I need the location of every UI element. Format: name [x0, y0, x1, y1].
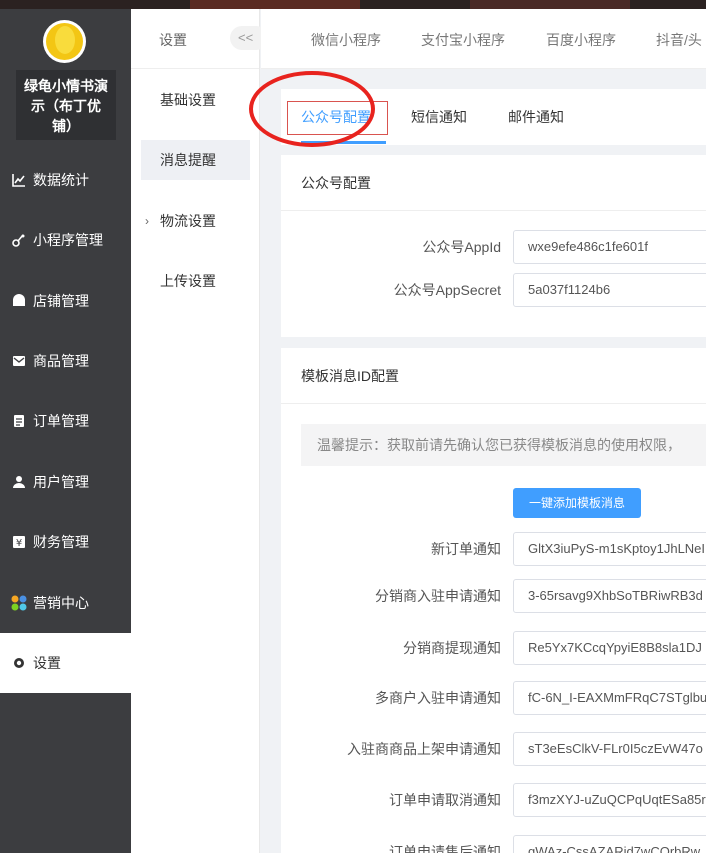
sidebar-item-miniprogram[interactable]: 小程序管理	[0, 210, 131, 270]
template-title: 模板消息ID配置	[281, 348, 706, 404]
gear-icon	[11, 655, 27, 671]
shop-name[interactable]: 绿龟小情书演 示（布丁优 铺）	[16, 70, 116, 140]
chevron-right-icon: ›	[145, 214, 149, 228]
yen-icon: ¥	[11, 534, 27, 550]
row-label: 多商户入驻申请通知	[375, 690, 501, 706]
row-label: 入驻商商品上架申请通知	[347, 741, 501, 757]
sidebar-item-orders[interactable]: 订单管理	[0, 391, 131, 451]
sidebar-item-stats[interactable]: 数据统计	[0, 150, 131, 210]
main-content: 公众号配置 短信通知 邮件通知 公众号配置 公众号AppId wxe9efe48…	[249, 69, 706, 853]
shop-icon	[11, 293, 27, 309]
template-card: 模板消息ID配置 温馨提示：获取前请先确认您已获得模板消息的使用权限， 一键添加…	[281, 348, 706, 853]
sidebar-item-goods[interactable]: 商品管理	[0, 331, 131, 391]
appid-label: 公众号AppId	[422, 239, 501, 255]
subnav-item-basic[interactable]: 基础设置	[141, 80, 250, 120]
tab-sms[interactable]: 短信通知	[411, 89, 467, 145]
clipboard-icon	[11, 413, 27, 429]
row-label: 订单申请售后通知	[389, 844, 501, 853]
platform-tabs: 微信小程序 支付宝小程序 百度小程序 抖音/头	[261, 9, 706, 69]
appid-row: 公众号AppId wxe9efe486c1fe601f	[281, 230, 706, 264]
template-id-input[interactable]: f3mzXYJ-uZuQCPqUqtESa85r	[513, 783, 706, 817]
link-icon	[11, 232, 27, 248]
subnav-item-upload[interactable]: 上传设置	[141, 261, 250, 301]
secret-input[interactable]: 5a037f1124b6	[513, 273, 706, 307]
mail-icon	[11, 353, 27, 369]
tab-email[interactable]: 邮件通知	[508, 89, 564, 145]
template-row: 新订单通知 GltX3iuPyS-m1sKptoy1JhLNeI	[281, 532, 706, 566]
template-row: 分销商入驻申请通知 3-65rsavg9XhbSoTBRiwRB3d	[281, 579, 706, 613]
sidebar-item-shop[interactable]: 店铺管理	[0, 271, 131, 331]
template-row: 订单申请取消通知 f3mzXYJ-uZuQCPqUqtESa85r	[281, 783, 706, 817]
tab-baidu[interactable]: 百度小程序	[546, 30, 616, 50]
user-icon	[11, 474, 27, 490]
tab-alipay[interactable]: 支付宝小程序	[421, 30, 505, 50]
template-id-input[interactable]: GltX3iuPyS-m1sKptoy1JhLNeI	[513, 532, 706, 566]
template-id-input[interactable]: fC-6N_I-EAXMmFRqC7STglbu	[513, 681, 706, 715]
settings-subnav: 设置 << 基础设置 消息提醒 › 物流设置 上传设置	[131, 9, 268, 853]
row-label: 订单申请取消通知	[389, 792, 501, 808]
tip-notice: 温馨提示：获取前请先确认您已获得模板消息的使用权限，	[301, 424, 706, 466]
svg-text:¥: ¥	[16, 538, 22, 549]
chart-icon	[11, 172, 27, 188]
main-sidebar: 绿龟小情书演 示（布丁优 铺） 数据统计 小程序管理 店铺管理 商品管理 订单管…	[0, 9, 131, 853]
template-row: 多商户入驻申请通知 fC-6N_I-EAXMmFRqC7STglbu	[281, 681, 706, 715]
subnav-title: 设置	[159, 32, 187, 48]
subnav-item-logistics[interactable]: › 物流设置	[141, 201, 250, 241]
template-row: 分销商提现通知 Re5Yx7KCcqYpyiE8B8sla1DJ	[281, 631, 706, 665]
template-id-input[interactable]: 3-65rsavg9XhbSoTBRiwRB3d	[513, 579, 706, 613]
subnav-header: 设置 <<	[131, 9, 268, 69]
tab-wechat[interactable]: 微信小程序	[311, 30, 381, 50]
top-strip	[0, 0, 706, 9]
row-label: 分销商入驻申请通知	[375, 588, 501, 604]
template-id-input[interactable]: gWAz-CssAZARid7wCQrbRw	[513, 835, 706, 853]
template-id-input[interactable]: Re5Yx7KCcqYpyiE8B8sla1DJ	[513, 631, 706, 665]
subnav-item-message[interactable]: 消息提醒	[141, 140, 250, 180]
appid-input[interactable]: wxe9efe486c1fe601f	[513, 230, 706, 264]
row-label: 新订单通知	[431, 541, 501, 557]
sidebar-item-finance[interactable]: ¥ 财务管理	[0, 512, 131, 572]
template-row: 入驻商商品上架申请通知 sT3eEsClkV-FLr0I5czEvW47o	[281, 732, 706, 766]
sidebar-item-users[interactable]: 用户管理	[0, 452, 131, 512]
annotation-circle	[249, 71, 375, 147]
template-row: 订单申请售后通知 gWAz-CssAZARid7wCQrbRw	[281, 835, 706, 853]
sidebar-item-settings[interactable]: 设置	[0, 633, 131, 693]
secret-row: 公众号AppSecret 5a037f1124b6	[281, 273, 706, 307]
secret-label: 公众号AppSecret	[393, 282, 501, 298]
public-account-card: 公众号配置 公众号AppId wxe9efe486c1fe601f 公众号App…	[281, 155, 706, 337]
row-label: 分销商提现通知	[403, 640, 501, 656]
add-template-button[interactable]: 一键添加模板消息	[513, 488, 641, 518]
colorful-grid-icon	[11, 595, 27, 611]
public-account-title: 公众号配置	[281, 155, 706, 211]
sidebar-item-marketing[interactable]: 营销中心	[0, 573, 131, 633]
template-id-input[interactable]: sT3eEsClkV-FLr0I5czEvW47o	[513, 732, 706, 766]
shop-logo[interactable]	[43, 20, 86, 63]
tab-douyin[interactable]: 抖音/头	[656, 30, 702, 50]
